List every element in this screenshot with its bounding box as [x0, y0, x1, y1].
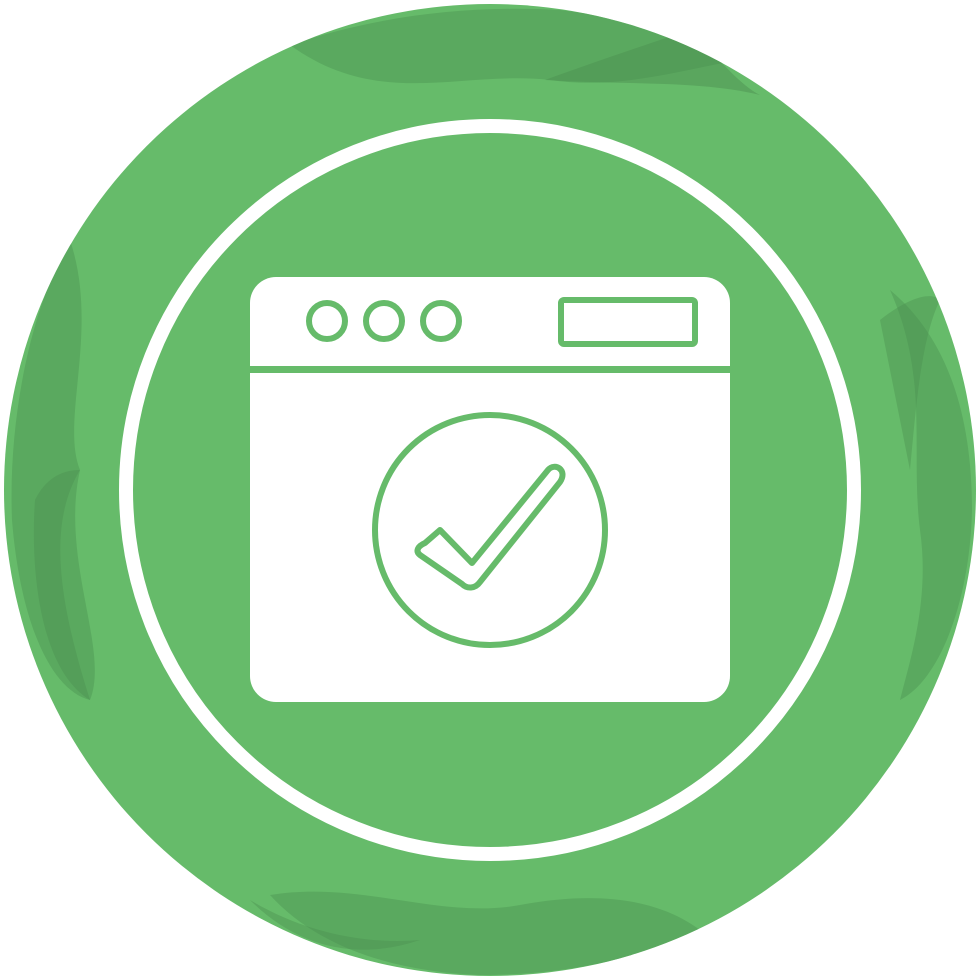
- browser-verified-icon: [4, 4, 976, 976]
- icon-stage: [0, 0, 980, 980]
- browser-window-icon: [250, 277, 730, 702]
- title-bar-divider: [250, 366, 730, 373]
